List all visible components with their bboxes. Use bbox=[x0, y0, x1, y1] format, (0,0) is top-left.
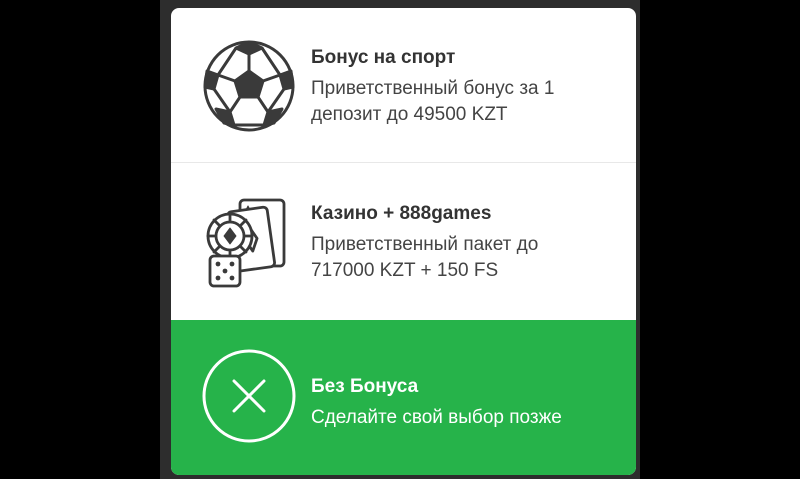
option-none-desc: Сделайте свой выбор позже bbox=[311, 407, 562, 428]
option-sport-desc-line1: Приветственный бонус за 1 bbox=[311, 78, 555, 99]
option-casino-title: Казино + 888games bbox=[311, 203, 492, 224]
option-sport-text: Бонус на спорт Приветственный бонус за 1… bbox=[311, 46, 616, 128]
casino-chip-cards-dice-icon bbox=[201, 196, 297, 292]
option-none-title: Без Бонуса bbox=[311, 376, 419, 397]
soccer-ball-icon bbox=[201, 38, 297, 134]
option-sport-title: Бонус на спорт bbox=[311, 47, 456, 68]
bonus-selection-modal: Бонус на спорт Приветственный бонус за 1… bbox=[171, 8, 636, 475]
close-circle-icon bbox=[201, 348, 297, 444]
option-sport-bonus[interactable]: Бонус на спорт Приветственный бонус за 1… bbox=[171, 8, 636, 163]
option-casino-desc-line1: Приветственный пакет до bbox=[311, 234, 539, 255]
option-sport-desc-line2: депозит до 49500 KZT bbox=[311, 104, 508, 125]
option-none-text: Без Бонуса Сделайте свой выбор позже bbox=[311, 375, 616, 431]
option-casino-bonus[interactable]: Казино + 888games Приветственный пакет д… bbox=[171, 164, 636, 320]
option-casino-text: Казино + 888games Приветственный пакет д… bbox=[311, 202, 616, 284]
option-casino-desc-line2: 717000 KZT + 150 FS bbox=[311, 260, 499, 281]
option-no-bonus[interactable]: Без Бонуса Сделайте свой выбор позже bbox=[171, 320, 636, 475]
